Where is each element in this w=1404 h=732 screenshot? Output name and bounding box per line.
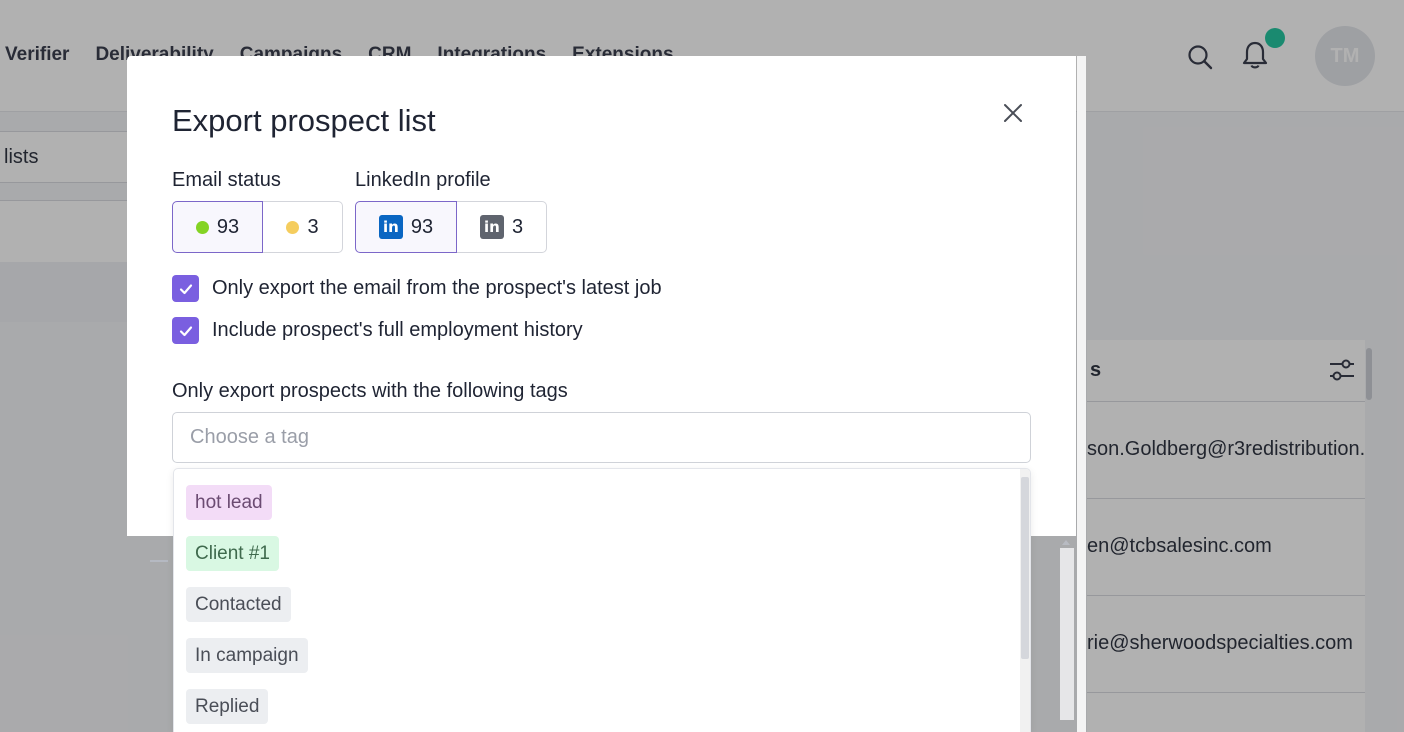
linkedin-icon: in (378, 215, 403, 239)
divider (150, 560, 168, 562)
latest-job-checkbox[interactable] (172, 275, 199, 302)
tag-option-hot-lead[interactable]: hot lead (186, 485, 272, 520)
employment-history-checkbox-label: Include prospect's full employment histo… (212, 319, 583, 341)
tag-option-in-campaign[interactable]: In campaign (186, 638, 308, 673)
modal-scrollbar[interactable] (1077, 56, 1086, 732)
employment-history-checkbox-row[interactable]: Include prospect's full employment histo… (172, 317, 583, 344)
linkedin-with-profile-button[interactable]: in 93 (355, 201, 457, 253)
linkedin-without-profile-button[interactable]: in 3 (457, 201, 547, 253)
email-status-risky-count: 3 (307, 215, 319, 238)
check-icon (179, 325, 192, 336)
linkedin-profile-toggle: in 93 in 3 (355, 201, 547, 253)
scroll-up-arrow-icon[interactable] (1062, 540, 1070, 545)
email-status-valid-button[interactable]: 93 (172, 201, 263, 253)
latest-job-checkbox-row[interactable]: Only export the email from the prospect'… (172, 275, 662, 302)
linkedin-with-profile-count: 93 (410, 215, 434, 238)
tag-option-contacted[interactable]: Contacted (186, 587, 291, 622)
modal-inner-scrollbar[interactable] (1060, 548, 1074, 720)
close-icon[interactable] (1001, 101, 1025, 125)
email-status-valid-count: 93 (216, 215, 240, 238)
modal-title: Export prospect list (172, 103, 436, 138)
tag-option-client-1[interactable]: Client #1 (186, 536, 279, 571)
email-status-label: Email status (172, 169, 281, 191)
linkedin-icon: in (479, 215, 504, 239)
linkedin-without-profile-count: 3 (511, 215, 524, 238)
email-status-toggle: 93 3 (172, 201, 343, 253)
employment-history-checkbox[interactable] (172, 317, 199, 344)
risky-dot-icon (286, 220, 300, 234)
tags-label: Only export prospects with the following… (172, 380, 568, 402)
valid-dot-icon (195, 220, 209, 234)
tag-option-replied[interactable]: Replied (186, 689, 269, 724)
dropdown-scrollbar[interactable] (1021, 477, 1029, 659)
email-status-risky-button[interactable]: 3 (263, 201, 343, 253)
latest-job-checkbox-label: Only export the email from the prospect'… (212, 277, 662, 299)
linkedin-profile-label: LinkedIn profile (355, 169, 491, 191)
tag-select-input[interactable]: Choose a tag (172, 412, 1031, 463)
tag-dropdown: hot lead Client #1 Contacted In campaign… (173, 468, 1031, 732)
check-icon (179, 283, 192, 294)
export-modal: Export prospect list Email status 93 3 L… (127, 56, 1076, 536)
